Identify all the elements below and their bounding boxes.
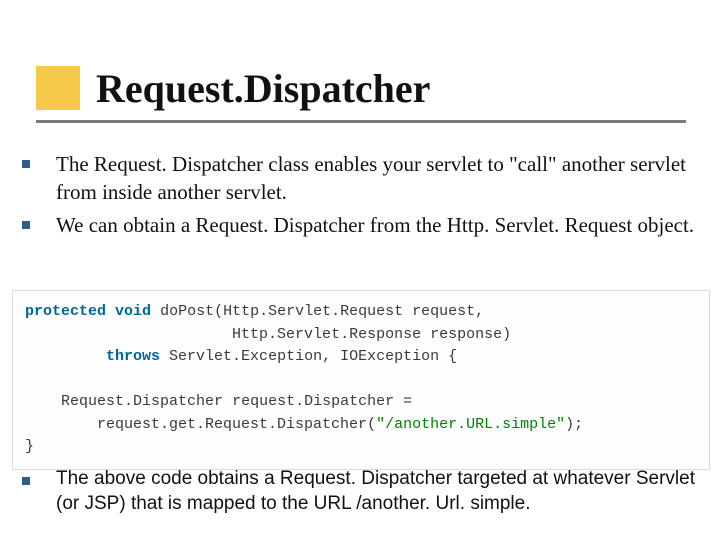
param-name: response bbox=[430, 326, 502, 343]
param-type: Http.Servlet.Request bbox=[223, 303, 403, 320]
slide: Request.Dispatcher The Request. Dispatch… bbox=[0, 0, 720, 540]
bullet-text: The Request. Dispatcher class enables yo… bbox=[56, 150, 698, 207]
param-type: Http.Servlet.Response bbox=[232, 326, 421, 343]
bullet-icon bbox=[22, 160, 30, 168]
slide-title: Request.Dispatcher bbox=[96, 68, 430, 110]
kw-void: void bbox=[115, 303, 151, 320]
decl-name: request.Dispatcher bbox=[232, 393, 394, 410]
list-item: The above code obtains a Request. Dispat… bbox=[18, 467, 698, 516]
kw-protected: protected bbox=[25, 303, 106, 320]
bullet-icon bbox=[22, 477, 30, 485]
code-snippet: protected void doPost(Http.Servlet.Reque… bbox=[12, 290, 710, 470]
bullet-text: The above code obtains a Request. Dispat… bbox=[56, 467, 698, 516]
string-literal: "/another.URL.simple" bbox=[376, 416, 565, 433]
bullet-icon bbox=[22, 221, 30, 229]
decl-type: Request.Dispatcher bbox=[61, 393, 223, 410]
accent-square bbox=[36, 66, 80, 110]
bullet-text: We can obtain a Request. Dispatcher from… bbox=[56, 211, 698, 239]
kw-throws: throws bbox=[106, 348, 160, 365]
bullet-list-top: The Request. Dispatcher class enables yo… bbox=[18, 150, 698, 243]
param-name: request bbox=[412, 303, 475, 320]
fn-name: doPost bbox=[160, 303, 214, 320]
bullet-list-bottom: The above code obtains a Request. Dispat… bbox=[18, 467, 698, 520]
call: request.get.Request.Dispatcher bbox=[97, 416, 367, 433]
list-item: The Request. Dispatcher class enables yo… bbox=[18, 150, 698, 207]
list-item: We can obtain a Request. Dispatcher from… bbox=[18, 211, 698, 239]
ex-type: Servlet.Exception bbox=[169, 348, 322, 365]
ex-type: IOException bbox=[340, 348, 439, 365]
title-underline bbox=[36, 120, 686, 123]
